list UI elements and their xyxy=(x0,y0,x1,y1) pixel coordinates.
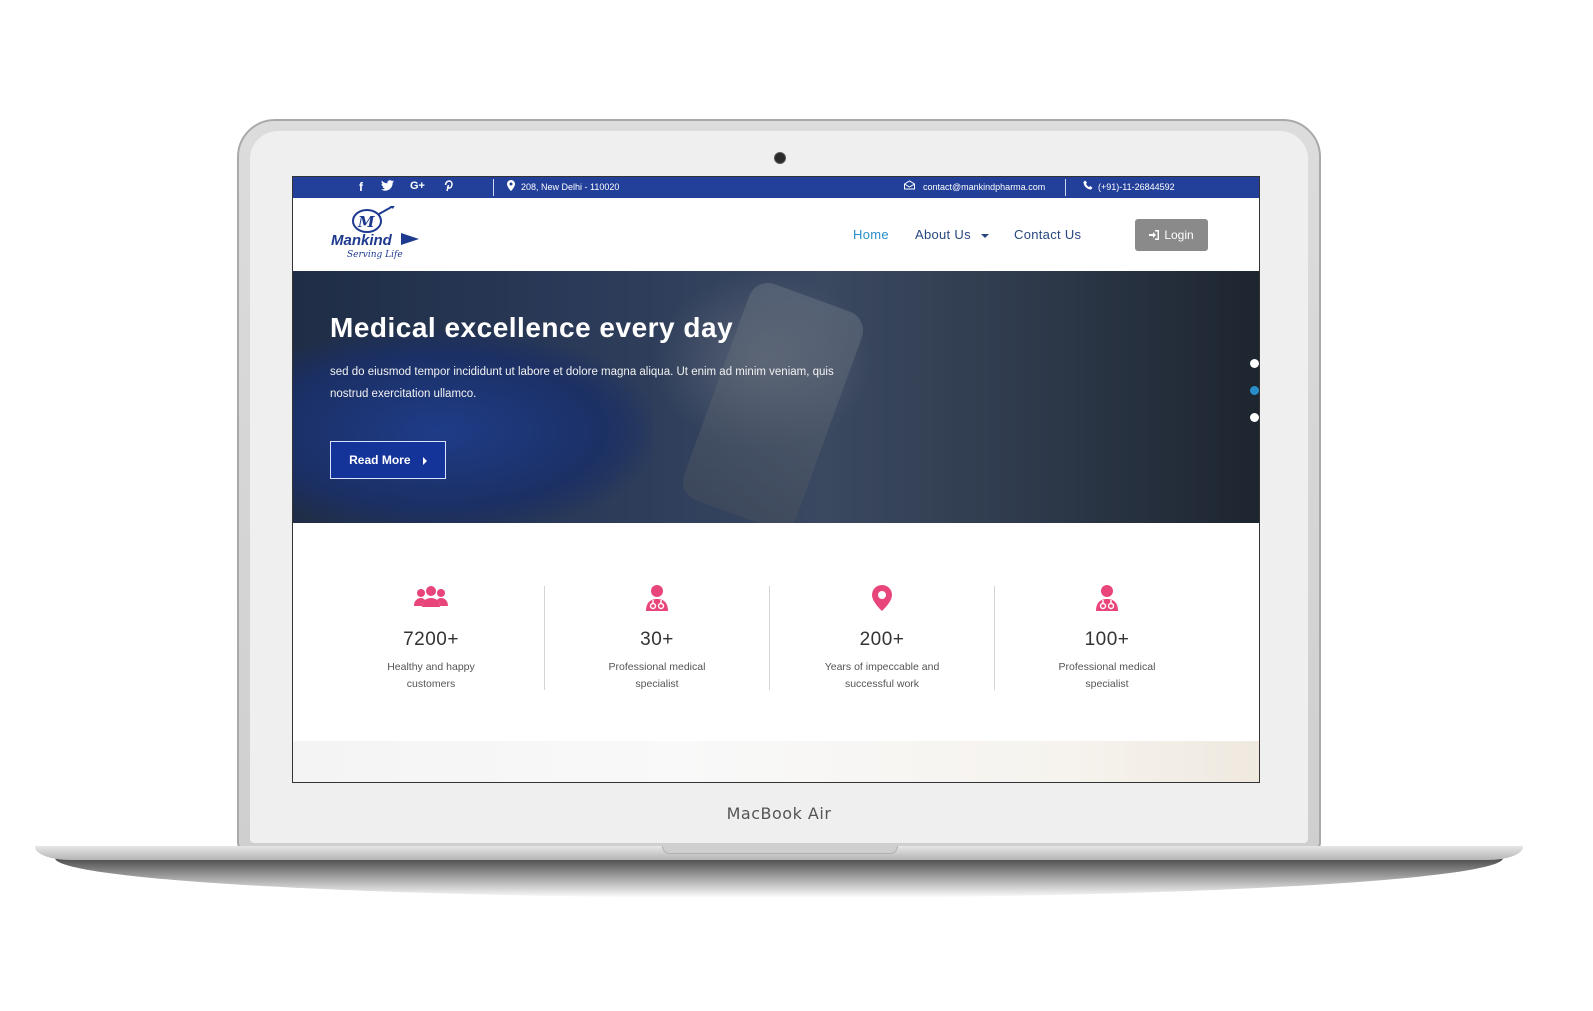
laptop-base-shadow xyxy=(55,858,1503,898)
nav-home[interactable]: Home xyxy=(853,227,889,242)
phone-text[interactable]: (+91)-11-26844592 xyxy=(1098,182,1175,192)
stat-label: Professional medical specialist xyxy=(608,661,706,690)
stat-item: 200+ Years of impeccable and successful … xyxy=(770,585,994,693)
hero-title: Medical excellence every day xyxy=(330,312,734,343)
stat-label: Years of impeccable and successful work xyxy=(824,661,940,690)
read-more-button[interactable]: Read More xyxy=(330,441,446,479)
phone-icon xyxy=(1083,180,1093,193)
address-text: 208, New Delhi - 110020 xyxy=(521,182,620,192)
nav-contact-us[interactable]: Contact Us xyxy=(1014,227,1081,242)
map-marker-icon xyxy=(770,585,994,613)
stat-value: 30+ xyxy=(640,629,674,650)
divider xyxy=(1065,179,1066,196)
main-navbar: M Mankind Serving Life Home About Us Con… xyxy=(293,198,1259,271)
logo-name: Mankind xyxy=(331,232,392,249)
hero-slider: Medical excellence every day sed do eius… xyxy=(293,271,1259,523)
divider xyxy=(493,179,494,196)
svg-text:M: M xyxy=(357,213,375,231)
email-link[interactable]: contact@mankindpharma.com xyxy=(923,182,1045,192)
slider-dot-3[interactable] xyxy=(1250,413,1259,422)
website-screen: f G+ 208, New Delhi - 110020 contact@man… xyxy=(292,176,1260,783)
stats-section: 7200+ Healthy and happy customers 30+ Pr… xyxy=(293,523,1259,741)
nav-about-us[interactable]: About Us xyxy=(915,227,989,242)
next-section-preview xyxy=(293,741,1259,782)
slider-dot-1[interactable] xyxy=(1250,359,1259,368)
top-info-bar: f G+ 208, New Delhi - 110020 contact@man… xyxy=(293,177,1259,198)
login-label: Login xyxy=(1164,228,1194,242)
map-marker-icon xyxy=(507,180,515,194)
doctor-icon xyxy=(545,585,769,613)
twitter-icon[interactable] xyxy=(381,180,394,194)
google-plus-icon[interactable]: G+ xyxy=(410,180,425,192)
caret-down-icon xyxy=(980,233,989,238)
camera-icon xyxy=(774,152,786,164)
pinterest-icon[interactable] xyxy=(443,180,453,195)
device-label: MacBook Air xyxy=(726,804,832,823)
users-icon xyxy=(319,585,543,613)
stat-label: Healthy and happy customers xyxy=(387,661,475,690)
stat-item: 30+ Professional medical specialist xyxy=(545,585,769,693)
stat-value: 200+ xyxy=(859,629,905,650)
login-button[interactable]: Login xyxy=(1135,219,1208,251)
slider-dot-2[interactable] xyxy=(1250,386,1259,395)
stat-item: 100+ Professional medical specialist xyxy=(995,585,1219,693)
hero-description: sed do eiusmod tempor incididunt ut labo… xyxy=(330,366,834,400)
stat-value: 100+ xyxy=(1084,629,1130,650)
stat-value: 7200+ xyxy=(403,629,459,650)
logo-tagline: Serving Life xyxy=(347,250,403,260)
caret-right-icon xyxy=(422,456,427,465)
doctor-icon xyxy=(995,585,1219,613)
hero-background-image xyxy=(293,331,653,523)
sign-in-icon xyxy=(1149,220,1160,252)
read-more-label: Read More xyxy=(349,453,411,467)
stat-label: Professional medical specialist xyxy=(1058,661,1156,690)
facebook-icon[interactable]: f xyxy=(359,180,363,194)
nav-about-us-label: About Us xyxy=(915,227,971,242)
envelope-icon xyxy=(904,180,915,193)
stat-item: 7200+ Healthy and happy customers xyxy=(319,585,543,693)
laptop-notch xyxy=(662,846,898,854)
